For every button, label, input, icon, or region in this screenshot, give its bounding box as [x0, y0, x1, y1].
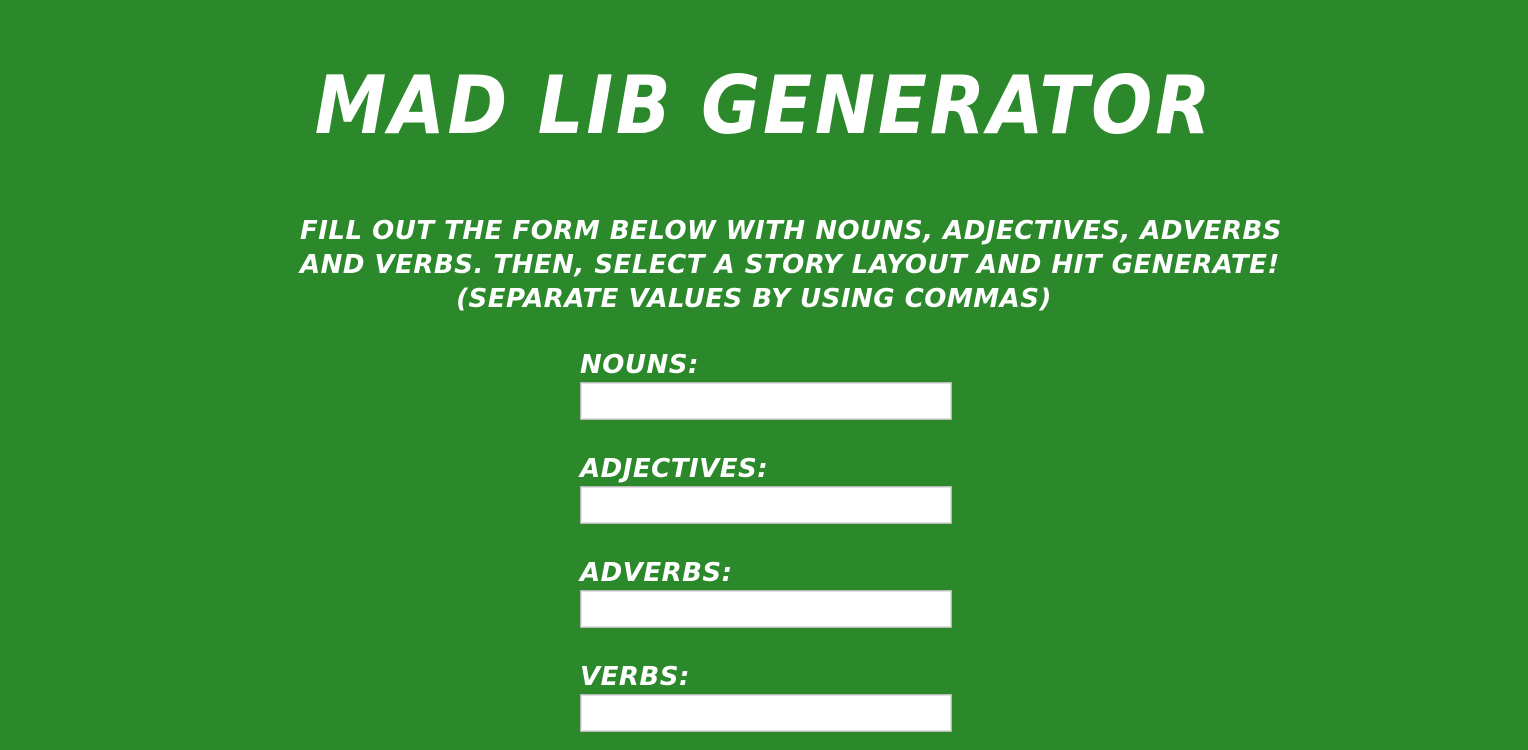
verbs-label: Verbs:	[580, 662, 690, 692]
instructions-line-2: and verbs. Then, select a story layout a…	[300, 250, 1280, 280]
instructions-text: Fill out the form below with nouns, adje…	[300, 214, 1282, 316]
adjectives-input[interactable]	[580, 486, 952, 524]
nouns-field-group: Nouns:	[580, 350, 952, 420]
page-title: Mad Lib Generator	[314, 59, 1214, 152]
adjectives-label: Adjectives:	[580, 454, 769, 484]
instructions-line-1: Fill out the form below with nouns, adje…	[300, 216, 1282, 246]
nouns-label: Nouns:	[580, 350, 699, 380]
instructions-line-3: (Separate values by using commas)	[456, 284, 1052, 314]
verbs-input[interactable]	[580, 694, 952, 732]
adverbs-input[interactable]	[580, 590, 952, 628]
adverbs-label: Adverbs:	[580, 558, 733, 588]
adjectives-field-group: Adjectives:	[580, 454, 952, 524]
verbs-field-group: Verbs:	[580, 662, 952, 732]
nouns-input[interactable]	[580, 382, 952, 420]
adverbs-field-group: Adverbs:	[580, 558, 952, 628]
